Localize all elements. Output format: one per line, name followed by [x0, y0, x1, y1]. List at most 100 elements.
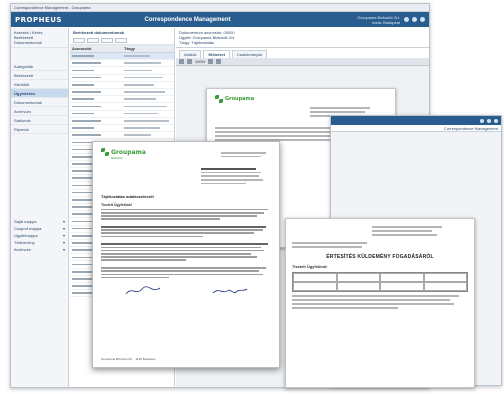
sidebar-item-1[interactable]: Beérkezett — [11, 71, 68, 80]
page-next-icon[interactable] — [187, 59, 192, 64]
settings-icon[interactable] — [404, 17, 409, 22]
list-item-id — [70, 53, 122, 59]
front-document-page: Groupama Biztosító Tájékoztatás adatkeze… — [92, 141, 280, 368]
right-document-title: ÉRTESÍTÉS KÜLDEMÉNY FOGADÁSÁRÓL — [326, 254, 434, 260]
list-header: Azonosító Tárgy — [70, 45, 174, 53]
column-header[interactable]: Tárgy — [122, 45, 174, 52]
chevron-down-icon: ▾ — [62, 226, 65, 231]
toolbar-button[interactable] — [115, 38, 127, 43]
sidebar: Keresés / Kérés Beérkezett Dokumentumok … — [11, 28, 69, 387]
sidebar-folder-1[interactable]: Csoport mappa ▾ — [11, 225, 68, 232]
window-titlebar: Correspondence Management - Groupama — [11, 4, 429, 12]
secondary-window-header — [331, 116, 501, 125]
list-item-id — [70, 118, 122, 124]
close-icon[interactable] — [494, 118, 498, 123]
front-document-subject: Tájékoztatás adatkezelésről — [101, 194, 154, 200]
tab-attachments[interactable]: Csatolmányok — [231, 50, 268, 58]
right-document-greeting: Tisztelt Ügyfelünk! — [292, 264, 328, 269]
header-user-info: Groupama Biztosító Zrt. Iroda: Budapest — [280, 15, 400, 25]
toolbar-button[interactable] — [73, 38, 85, 43]
list-item-subject — [122, 75, 174, 81]
sidebar-item-3[interactable]: Ügyintézés — [11, 89, 68, 98]
list-item[interactable] — [70, 67, 174, 75]
app-logo-text: PROPHEUS — [15, 15, 62, 24]
groupama-logo: Groupama — [215, 95, 387, 103]
list-item[interactable] — [70, 82, 174, 89]
meta-line: Tárgy: Tájékoztatás — [179, 40, 215, 45]
signature-block — [101, 284, 271, 298]
preview-tabs: Adatok Előnézet Csatolmányok — [176, 48, 429, 58]
help-icon[interactable] — [487, 118, 491, 123]
sidebar-folder-label: Csoport mappa — [14, 226, 42, 231]
list-item[interactable] — [70, 75, 174, 82]
logout-icon[interactable] — [420, 17, 425, 22]
chevron-down-icon: ▾ — [62, 219, 65, 224]
tab-preview[interactable]: Előnézet — [203, 50, 230, 58]
sidebar-item-7[interactable]: Riportok — [11, 125, 68, 134]
page-prev-icon[interactable] — [179, 59, 184, 64]
groupama-leaf-icon — [101, 148, 109, 156]
list-item-subject — [122, 103, 174, 109]
brand-text: Groupama — [225, 96, 255, 102]
list-item[interactable] — [70, 53, 174, 61]
sidebar-folder-label: Archívum — [14, 247, 31, 252]
sidebar-folder-0[interactable]: Saját mappa ▾ — [11, 218, 68, 225]
sidebar-item-5[interactable]: Archívum — [11, 107, 68, 116]
list-item-id — [70, 82, 122, 88]
list-item[interactable] — [70, 125, 174, 133]
sidebar-item-6[interactable]: Sablonok — [11, 116, 68, 125]
list-title: Beérkezett dokumentumok — [73, 30, 125, 35]
sidebar-header-block: Keresés / Kérés Beérkezett Dokumentumok — [11, 28, 68, 48]
help-icon[interactable] — [412, 17, 417, 22]
toolbar-button[interactable] — [101, 38, 113, 43]
list-item-id — [70, 111, 122, 117]
front-document-footer: Groupama Biztosító Zrt. · 1146 Budapest — [101, 357, 156, 361]
chevron-down-icon: ▾ — [62, 240, 65, 245]
zoom-in-icon[interactable] — [208, 59, 214, 64]
list-item-subject — [122, 53, 174, 59]
print-icon[interactable] — [216, 59, 222, 64]
list-item-subject — [122, 89, 174, 95]
list-item-subject — [122, 82, 174, 88]
tab-data[interactable]: Adatok — [179, 50, 202, 58]
right-document-page: ÉRTESÍTÉS KÜLDEMÉNY FOGADÁSÁRÓL Tisztelt… — [285, 218, 475, 388]
list-item[interactable] — [70, 89, 174, 97]
sidebar-folder-label: Tértivevény — [14, 240, 35, 245]
sidebar-folder-label: Ügyfélmappa — [14, 233, 38, 238]
column-header[interactable]: Azonosító — [70, 45, 122, 52]
sidebar-folder-label: Saját mappa — [14, 219, 37, 224]
header-user-line2: Iroda: Budapest — [371, 19, 400, 25]
chevron-down-icon: ▾ — [62, 247, 65, 252]
list-item[interactable] — [70, 103, 174, 111]
list-item-subject — [122, 125, 174, 131]
list-item[interactable] — [70, 132, 174, 140]
list-item[interactable] — [70, 96, 174, 104]
list-item-id — [70, 67, 122, 73]
list-item-id — [70, 103, 122, 109]
sidebar-folder-3[interactable]: Tértivevény ▾ — [11, 239, 68, 246]
sidebar-item-0[interactable]: Kategóriák — [11, 62, 68, 71]
sidebar-block-2[interactable]: Dokumentumok — [14, 40, 65, 45]
list-toolbar — [70, 37, 174, 45]
sidebar-item-2[interactable]: Kiküldött — [11, 80, 68, 89]
window-title: Correspondence Management - Groupama — [14, 5, 91, 10]
list-item-id — [70, 132, 122, 138]
toolbar-button[interactable] — [87, 38, 99, 43]
list-item-subject — [122, 118, 174, 124]
zoom-level[interactable]: 100% — [195, 59, 205, 64]
pdf-viewer-toolbar: 100% — [176, 58, 429, 66]
list-item[interactable] — [70, 60, 174, 68]
app-header: PROPHEUS Correspondence Management Group… — [11, 12, 429, 27]
list-item[interactable] — [70, 111, 174, 118]
settings-icon[interactable] — [480, 118, 484, 123]
sidebar-folder-4[interactable]: Archívum ▾ — [11, 246, 68, 253]
list-item-id — [70, 96, 122, 102]
signature-right — [209, 284, 249, 298]
sidebar-folder-2[interactable]: Ügyfélmappa ▾ — [11, 232, 68, 239]
list-item-subject — [122, 111, 174, 117]
list-item[interactable] — [70, 118, 174, 125]
secondary-window-subtitle: Correspondence Management — [331, 125, 501, 132]
app-logo[interactable]: PROPHEUS — [15, 16, 95, 24]
sidebar-item-4[interactable]: Dokumentumok — [11, 98, 68, 107]
list-item-id — [70, 60, 122, 66]
